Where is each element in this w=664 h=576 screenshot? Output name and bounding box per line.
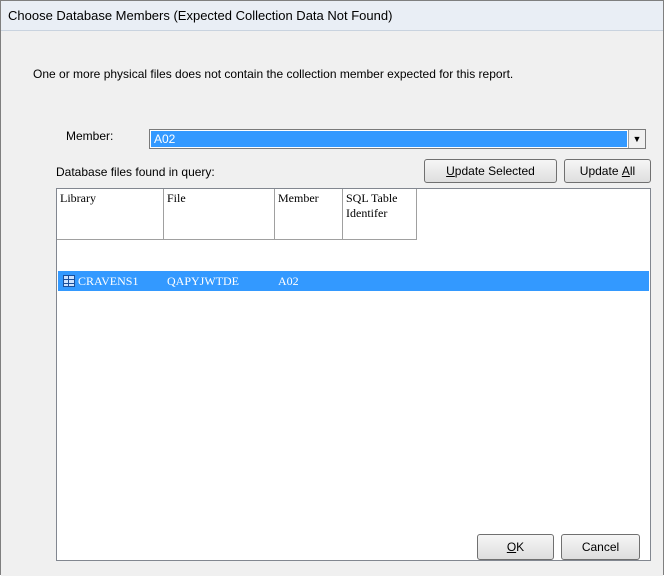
dialog-content: One or more physical files does not cont… [1, 31, 663, 576]
update-all-label-pre: Update [579, 164, 622, 178]
files-label: Database files found in query: [56, 165, 215, 179]
title-bar: Choose Database Members (Expected Collec… [1, 1, 663, 31]
update-selected-button[interactable]: Update Selected [424, 159, 557, 183]
update-all-label-rest: ll [629, 164, 636, 178]
member-selected-value[interactable]: A02 [151, 131, 627, 147]
ok-accel: O [506, 540, 517, 554]
update-selected-label: pdate Selected [454, 164, 535, 178]
database-files-list[interactable]: Library File Member SQL Table Identifer … [56, 188, 651, 561]
column-header-file[interactable]: File [164, 189, 275, 240]
cell-member: A02 [278, 273, 299, 288]
table-row[interactable]: CRAVENS1 QAPYJWTDE A02 [58, 271, 649, 291]
ok-label: K [516, 540, 525, 554]
member-label: Member: [66, 129, 114, 143]
info-message: One or more physical files does not cont… [33, 67, 514, 81]
window-title: Choose Database Members (Expected Collec… [8, 8, 393, 23]
cancel-label: Cancel [581, 540, 620, 554]
list-header: Library File Member SQL Table Identifer [57, 189, 417, 240]
update-all-button[interactable]: Update All [564, 159, 651, 183]
cell-library: CRAVENS1 [78, 273, 139, 288]
update-all-accel: A [621, 164, 630, 178]
member-select[interactable]: A02 ▼ [149, 129, 646, 149]
cancel-button[interactable]: Cancel [561, 534, 640, 560]
chevron-down-icon[interactable]: ▼ [628, 130, 645, 148]
cell-file: QAPYJWTDE [167, 273, 239, 288]
update-selected-accel: U [446, 164, 455, 178]
column-header-sql-table[interactable]: SQL Table Identifer [343, 189, 417, 240]
dialog-window: Choose Database Members (Expected Collec… [0, 0, 664, 576]
column-header-member[interactable]: Member [275, 189, 343, 240]
table-icon [63, 275, 75, 287]
column-header-library[interactable]: Library [57, 189, 164, 240]
ok-button[interactable]: OK [477, 534, 554, 560]
